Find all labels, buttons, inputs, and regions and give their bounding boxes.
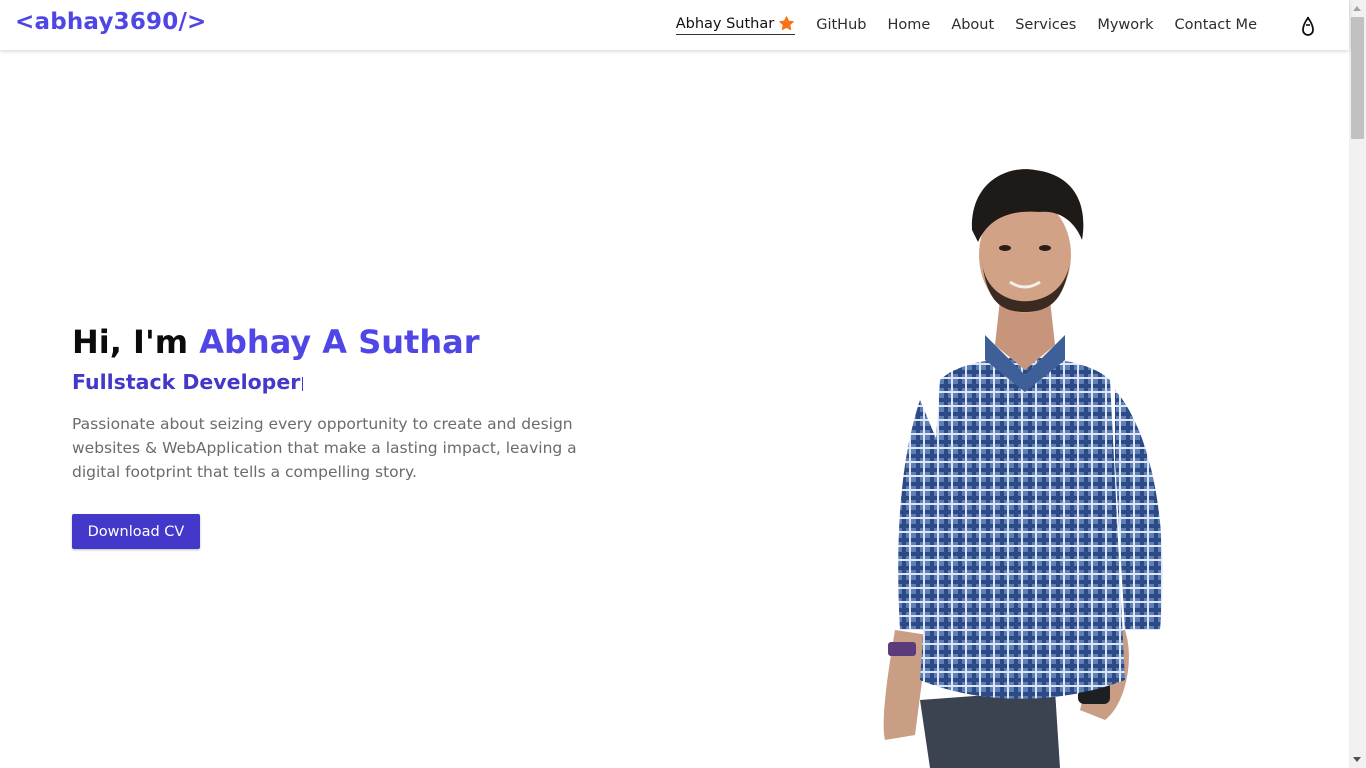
nav-links: Abhay Suthar GitHub Home About Services … [655,0,1257,50]
moon-drop-icon [1302,16,1314,36]
nav-link-abhay-suthar[interactable]: Abhay Suthar [675,15,796,35]
hero-role: Fullstack Developer [72,370,304,394]
portfolio-page: <abhay3690/> Abhay Suthar GitHub Home Ab… [0,0,1366,768]
nav-link-home[interactable]: Home [887,17,930,33]
nav-link-services[interactable]: Services [1015,17,1076,33]
profile-photo [883,169,1163,768]
scroll-down-arrow-icon[interactable] [1353,757,1361,762]
scroll-up-arrow-icon[interactable] [1353,6,1361,11]
hero-greeting-text: Hi, I'm [72,323,189,361]
nav-link-mywork[interactable]: Mywork [1097,17,1153,33]
hero-name: Abhay A Suthar [199,323,480,361]
nav-link-label: Abhay Suthar [675,15,775,32]
brand-logo[interactable]: <abhay3690/> [15,9,207,35]
scroll-thumb[interactable] [1351,17,1364,139]
star-icon [778,15,795,32]
hero-description: Passionate about seizing every opportuni… [72,415,577,481]
typing-caret [302,377,304,391]
nav-link-about[interactable]: About [951,17,994,33]
nav-link-github[interactable]: GitHub [816,17,866,33]
theme-toggle-button[interactable] [1297,15,1319,39]
page-scrollbar[interactable] [1349,0,1366,768]
nav-link-contact-me[interactable]: Contact Me [1175,17,1257,33]
hero-role-text: Fullstack Developer [72,370,301,394]
download-cv-button[interactable]: Download CV [72,514,200,549]
hero-heading: Hi, I'm Abhay A Suthar [72,323,479,361]
top-navbar: <abhay3690/> Abhay Suthar GitHub Home Ab… [0,0,1349,50]
